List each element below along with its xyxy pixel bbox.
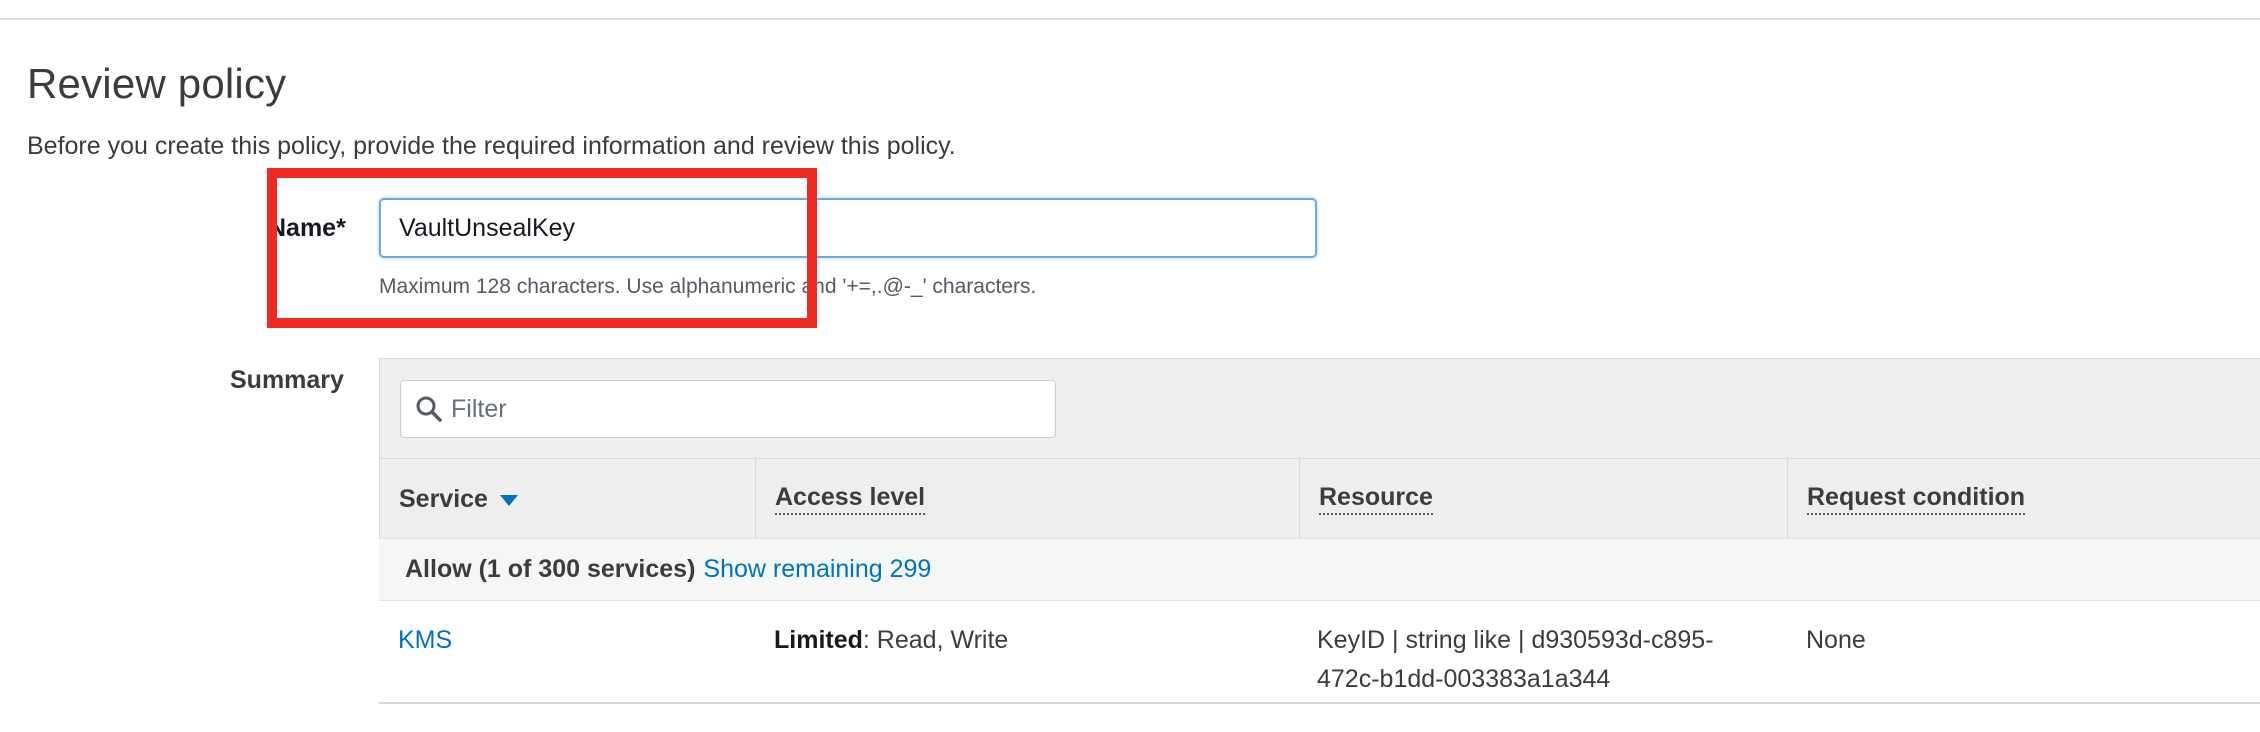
column-header-service-label: Service <box>399 484 488 513</box>
service-link-kms[interactable]: KMS <box>398 626 452 654</box>
allow-group-row: Allow (1 of 300 services) Show remaining… <box>379 538 2260 601</box>
name-hint: Maximum 128 characters. Use alphanumeric… <box>379 275 1037 298</box>
page-title: Review policy <box>27 60 287 107</box>
table-row: KMS Limited: Read, Write KeyID | string … <box>379 601 2260 704</box>
request-condition-cell: None <box>1806 626 1866 654</box>
caret-down-icon[interactable] <box>499 495 518 507</box>
allow-group-label: Allow (1 of 300 services) <box>405 555 696 583</box>
summary-label: Summary <box>230 366 344 394</box>
service-cell: KMS <box>398 621 452 660</box>
access-level-cell: Limited: Read, Write <box>774 621 1008 660</box>
column-header-service[interactable]: Service <box>380 459 756 539</box>
page-description: Before you create this policy, provide t… <box>27 132 956 160</box>
access-level-detail: : Read, Write <box>862 626 1009 654</box>
column-header-access-level[interactable]: Access level <box>756 459 1300 539</box>
filter-input[interactable] <box>451 381 1041 437</box>
column-header-request-condition[interactable]: Request condition <box>1788 459 2260 539</box>
summary-table: Service Access level Resource Request co… <box>379 358 2260 704</box>
policy-name-input[interactable] <box>379 198 1317 258</box>
show-remaining-link[interactable]: Show remaining 299 <box>703 555 931 584</box>
column-header-access-level-label: Access level <box>775 483 926 515</box>
resource-line-1: KeyID | string like | d930593d-c895- <box>1317 626 1714 654</box>
table-header-row: Service Access level Resource Request co… <box>379 458 2260 539</box>
access-level-type: Limited <box>774 626 863 654</box>
search-icon <box>416 396 442 422</box>
filter-box[interactable] <box>400 380 1056 438</box>
name-label: Name* <box>268 214 346 242</box>
column-header-resource-label: Resource <box>1319 483 1433 515</box>
resource-line-2: 472c-b1dd-003383a1a344 <box>1317 665 1611 693</box>
top-divider <box>0 18 2260 20</box>
review-policy-page: Review policy Before you create this pol… <box>0 0 2260 732</box>
column-header-resource[interactable]: Resource <box>1300 459 1788 539</box>
filter-bar <box>379 358 2260 458</box>
column-header-request-condition-label: Request condition <box>1807 483 2026 515</box>
resource-cell: KeyID | string like | d930593d-c895- 472… <box>1317 621 1714 699</box>
